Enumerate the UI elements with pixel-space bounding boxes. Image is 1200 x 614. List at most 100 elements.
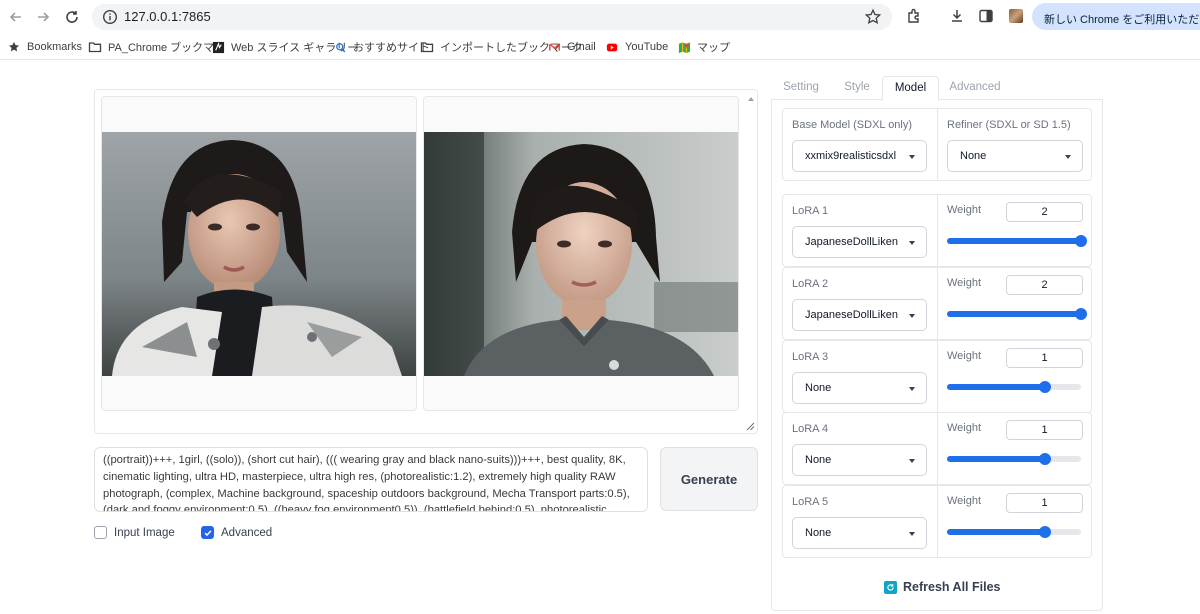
forward-icon[interactable] xyxy=(32,6,54,28)
lora-card: LoRA 1 JapaneseDollLiken Weight 2 xyxy=(782,194,1092,267)
bookmark-item[interactable]: おすすめサイト xyxy=(333,39,430,55)
extensions-icon[interactable] xyxy=(905,7,923,25)
profile-avatar[interactable] xyxy=(1009,9,1023,23)
weight-slider[interactable] xyxy=(947,235,1087,247)
model-selector-card: Base Model (SDXL only) xxmix9realisticsd… xyxy=(782,108,1092,181)
reload-icon[interactable] xyxy=(61,6,83,28)
tab-model[interactable]: Model xyxy=(882,76,939,101)
resize-handle-icon[interactable] xyxy=(745,421,755,431)
weight-input[interactable]: 1 xyxy=(1006,348,1083,368)
bookmark-item[interactable]: Gmail xyxy=(547,39,596,55)
bookmark-item[interactable]: マップ xyxy=(677,39,730,55)
weight-input[interactable]: 2 xyxy=(1006,202,1083,222)
chevron-down-icon xyxy=(1065,155,1071,159)
divider xyxy=(937,195,938,266)
weight-slider[interactable] xyxy=(947,526,1081,538)
slider-fill xyxy=(947,456,1045,462)
weight-label: Weight xyxy=(947,422,982,434)
lora-card: LoRA 2 JapaneseDollLiken Weight 2 xyxy=(782,267,1092,340)
refresh-all-files-button[interactable]: Refresh All Files xyxy=(884,578,1001,596)
generated-image[interactable] xyxy=(424,132,738,376)
weight-label: Weight xyxy=(947,277,982,289)
maps-icon xyxy=(677,40,691,54)
bookmark-item[interactable]: PA_Chrome ブックマ... xyxy=(88,39,223,55)
address-bar[interactable]: 127.0.0.1:7865 xyxy=(92,4,892,30)
lora-dropdown[interactable]: None xyxy=(792,372,927,404)
tab-setting[interactable]: Setting xyxy=(775,76,827,100)
slider-fill xyxy=(947,311,1081,317)
weight-slider[interactable] xyxy=(947,453,1081,465)
side-panel-icon[interactable] xyxy=(977,7,995,25)
search-icon xyxy=(333,40,347,54)
divider xyxy=(937,268,938,339)
checkbox-unchecked-icon[interactable] xyxy=(94,526,107,539)
lora-dropdown[interactable]: JapaneseDollLiken xyxy=(792,226,927,258)
weight-input[interactable]: 1 xyxy=(1006,493,1083,513)
back-icon[interactable] xyxy=(5,6,27,28)
gallery-item[interactable] xyxy=(101,96,417,411)
checkbox-checked-icon[interactable] xyxy=(201,526,214,539)
generated-image[interactable] xyxy=(102,132,416,376)
refresh-label: Refresh All Files xyxy=(903,580,1001,594)
scroll-up-icon[interactable] xyxy=(748,94,754,104)
advanced-checkbox[interactable]: Advanced xyxy=(201,526,272,539)
checkbox-label: Input Image xyxy=(114,526,175,539)
folder-icon xyxy=(88,40,102,54)
lora-value: None xyxy=(805,454,832,466)
divider xyxy=(937,486,938,557)
bookmark-item[interactable]: Bookmarks xyxy=(7,39,82,55)
bookmark-item[interactable]: YouTube xyxy=(605,39,668,55)
divider xyxy=(937,341,938,412)
url-text[interactable]: 127.0.0.1:7865 xyxy=(124,9,211,24)
chevron-down-icon xyxy=(909,155,915,159)
checkbox-label: Advanced xyxy=(221,526,273,539)
slider-thumb[interactable] xyxy=(1075,308,1087,320)
divider xyxy=(937,413,938,484)
chevron-down-icon xyxy=(909,314,915,318)
lora-label: LoRA 1 xyxy=(792,205,829,217)
refiner-dropdown[interactable]: None xyxy=(947,140,1083,172)
lora-card: LoRA 3 None Weight 1 xyxy=(782,340,1092,413)
input-image-checkbox[interactable]: Input Image xyxy=(94,526,175,539)
bookmark-label: YouTube xyxy=(625,41,669,53)
prompt-textarea[interactable]: ((portrait))+++, 1girl, ((solo)), (short… xyxy=(94,447,648,512)
slider-thumb[interactable] xyxy=(1075,235,1087,247)
info-icon[interactable] xyxy=(102,9,118,25)
lora-label: LoRA 5 xyxy=(792,496,829,508)
lora-dropdown[interactable]: JapaneseDollLiken xyxy=(792,299,927,331)
generate-button[interactable]: Generate xyxy=(660,447,758,511)
bookmark-star-icon[interactable] xyxy=(864,8,882,26)
weight-slider[interactable] xyxy=(947,308,1087,320)
weight-slider[interactable] xyxy=(947,381,1081,393)
browser-toolbar: 127.0.0.1:7865 新しい Chrome をご利用いただけます xyxy=(0,0,1200,34)
slider-thumb[interactable] xyxy=(1039,526,1051,538)
download-icon[interactable] xyxy=(948,7,966,25)
weight-label: Weight xyxy=(947,204,982,216)
bookmark-label: Bookmarks xyxy=(27,41,83,53)
bookmark-label: Gmail xyxy=(567,41,596,53)
base-model-value: xxmix9realisticsdxl xyxy=(805,150,897,162)
chevron-down-icon xyxy=(909,387,915,391)
base-model-dropdown[interactable]: xxmix9realisticsdxl xyxy=(792,140,927,172)
refiner-value: None xyxy=(960,150,987,162)
lora-dropdown[interactable]: None xyxy=(792,517,927,549)
chevron-down-icon xyxy=(909,241,915,245)
star-icon xyxy=(7,40,21,54)
lora-label: LoRA 2 xyxy=(792,278,829,290)
lora-value: JapaneseDollLiken xyxy=(805,309,898,321)
slider-thumb[interactable] xyxy=(1039,453,1051,465)
gmail-icon xyxy=(547,40,561,54)
lora-value: None xyxy=(805,527,832,539)
chrome-update-button[interactable]: 新しい Chrome をご利用いただけます xyxy=(1032,3,1200,30)
bookmarks-bar: Bookmarks PA_Chrome ブックマ... Web スライス ギャラ… xyxy=(0,34,1200,60)
gallery-item[interactable] xyxy=(423,96,739,411)
weight-input[interactable]: 2 xyxy=(1006,275,1083,295)
bookmark-label: PA_Chrome ブックマ... xyxy=(108,42,224,54)
lora-value: None xyxy=(805,382,832,394)
tab-advanced[interactable]: Advanced xyxy=(943,76,1007,100)
slider-thumb[interactable] xyxy=(1039,381,1051,393)
lora-dropdown[interactable]: None xyxy=(792,444,927,476)
weight-input[interactable]: 1 xyxy=(1006,420,1083,440)
tab-style[interactable]: Style xyxy=(833,76,881,100)
settings-tabs: Setting Style Model Advanced xyxy=(771,76,1103,101)
